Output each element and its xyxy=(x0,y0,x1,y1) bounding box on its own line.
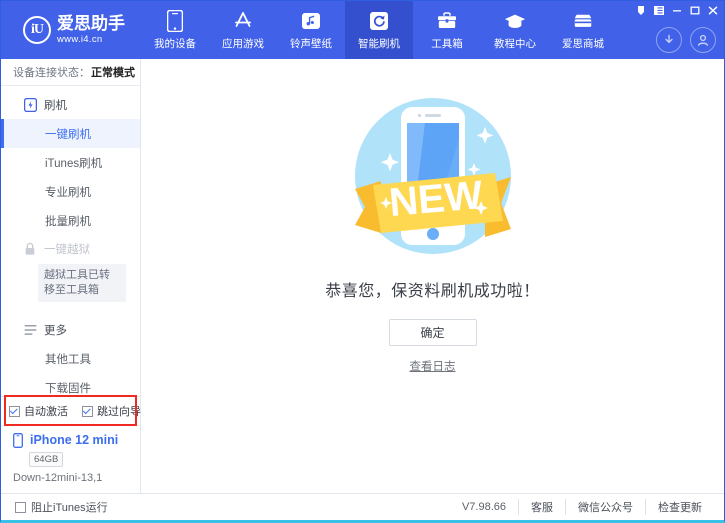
sidebar-item-label: 下载固件 xyxy=(45,380,91,396)
refresh-icon xyxy=(368,10,390,32)
phone-icon xyxy=(164,10,186,32)
customer-service-link[interactable]: 客服 xyxy=(518,499,565,515)
maximize-icon[interactable] xyxy=(687,3,702,17)
lock-icon xyxy=(23,242,37,256)
window-controls xyxy=(633,3,720,17)
download-icon[interactable] xyxy=(656,27,682,53)
logo-text: 爱思助手 www.i4.cn xyxy=(57,15,125,45)
appstore-icon xyxy=(232,10,254,32)
checkbox-icon xyxy=(15,502,26,513)
close-icon[interactable] xyxy=(705,3,720,17)
minimize-icon[interactable] xyxy=(669,3,684,17)
nav-label: 应用游戏 xyxy=(222,36,264,51)
store-icon xyxy=(572,10,594,32)
status-bar-right: V7.98.66 客服 微信公众号 检查更新 xyxy=(462,499,714,515)
new-phone-badge-illustration: NEW xyxy=(333,81,533,271)
logo-badge-icon: iU xyxy=(23,16,51,44)
nav-item-toolbox[interactable]: 工具箱 xyxy=(413,1,481,59)
auto-activate-checkbox[interactable]: 自动激活 xyxy=(9,403,68,419)
sidebar-group-label: 刷机 xyxy=(44,97,67,113)
block-itunes-label: 阻止iTunes运行 xyxy=(31,499,108,515)
auto-activate-label: 自动激活 xyxy=(24,403,68,419)
nav-label: 我的设备 xyxy=(154,36,196,51)
nav-item-tutorial-center[interactable]: 教程中心 xyxy=(481,1,549,59)
device-capacity-badge: 64GB xyxy=(29,452,63,467)
body-area: 设备连接状态：正常模式 刷机 一键刷机 iTunes刷机 专业刷机 xyxy=(1,59,724,493)
nav-item-ringtones-wallpaper[interactable]: 铃声壁纸 xyxy=(277,1,345,59)
toolbox-icon xyxy=(436,10,458,32)
app-header: iU 爱思助手 www.i4.cn 我的设备 应用游戏 xyxy=(1,1,724,59)
nav-item-apps-games[interactable]: 应用游戏 xyxy=(209,1,277,59)
sidebar-item-one-key-flash[interactable]: 一键刷机 xyxy=(1,119,140,148)
header-actions xyxy=(656,27,716,53)
main-navigation: 我的设备 应用游戏 铃声壁纸 智能刷机 xyxy=(141,1,617,59)
sidebar-divider-space xyxy=(1,306,140,316)
success-message: 恭喜您，保资料刷机成功啦！ xyxy=(325,277,540,301)
wechat-link[interactable]: 微信公众号 xyxy=(565,499,645,515)
ribbon-text: NEW xyxy=(387,173,484,225)
device-model: Down-12mini-13,1 xyxy=(13,472,140,484)
sidebar-item-label: 一键刷机 xyxy=(45,126,91,142)
pin-icon[interactable] xyxy=(633,3,648,17)
graduation-cap-icon xyxy=(504,10,526,32)
app-logo[interactable]: iU 爱思助手 www.i4.cn xyxy=(1,1,141,59)
sidebar-item-label: 其他工具 xyxy=(45,351,91,367)
check-update-link[interactable]: 检查更新 xyxy=(645,499,714,515)
nav-item-smart-flash[interactable]: 智能刷机 xyxy=(345,1,413,59)
flash-device-icon xyxy=(23,98,37,112)
view-log-link[interactable]: 查看日志 xyxy=(410,358,456,374)
sidebar-item-itunes-flash[interactable]: iTunes刷机 xyxy=(1,148,140,177)
sidebar: 设备连接状态：正常模式 刷机 一键刷机 iTunes刷机 专业刷机 xyxy=(1,59,141,493)
sidebar-item-jailbreak: 一键越狱 xyxy=(1,235,140,263)
sidebar-item-label: 批量刷机 xyxy=(45,213,91,229)
nav-label: 智能刷机 xyxy=(358,36,400,51)
sidebar-item-label: 专业刷机 xyxy=(45,184,91,200)
music-icon xyxy=(300,10,322,32)
nav-label: 教程中心 xyxy=(494,36,536,51)
phone-small-icon xyxy=(11,433,25,447)
connection-status-value: 正常模式 xyxy=(91,64,135,80)
app-window: iU 爱思助手 www.i4.cn 我的设备 应用游戏 xyxy=(0,0,725,523)
device-title: iPhone 12 mini xyxy=(11,433,140,447)
device-name: iPhone 12 mini xyxy=(30,433,118,447)
main-content: NEW 恭喜您，保资料刷机成功啦！ 确定 查看日志 xyxy=(141,59,724,493)
jailbreak-tooltip: 越狱工具已转移至工具箱 xyxy=(38,264,126,302)
nav-label: 铃声壁纸 xyxy=(290,36,332,51)
sidebar-group-label: 更多 xyxy=(44,322,67,338)
skip-setup-checkbox[interactable]: 跳过向导 xyxy=(82,403,141,419)
device-info[interactable]: iPhone 12 mini 64GB Down-12mini-13,1 xyxy=(1,425,140,493)
sidebar-options: 自动激活 跳过向导 xyxy=(1,396,140,425)
version-label: V7.98.66 xyxy=(462,501,518,513)
sidebar-item-pro-flash[interactable]: 专业刷机 xyxy=(1,177,140,206)
sidebar-item-label: iTunes刷机 xyxy=(45,155,102,171)
sidebar-item-other-tools[interactable]: 其他工具 xyxy=(1,344,140,373)
sidebar-nav: 刷机 一键刷机 iTunes刷机 专业刷机 批量刷机 xyxy=(1,86,140,396)
block-itunes-checkbox[interactable]: 阻止iTunes运行 xyxy=(15,499,108,515)
nav-label: 爱思商城 xyxy=(562,36,604,51)
checkbox-icon xyxy=(9,406,20,417)
sidebar-item-batch-flash[interactable]: 批量刷机 xyxy=(1,206,140,235)
skip-setup-label: 跳过向导 xyxy=(97,403,141,419)
nav-item-store[interactable]: 爱思商城 xyxy=(549,1,617,59)
account-icon[interactable] xyxy=(690,27,716,53)
status-bar: 阻止iTunes运行 V7.98.66 客服 微信公众号 检查更新 xyxy=(1,493,724,520)
sidebar-group-more[interactable]: 更多 xyxy=(1,316,140,344)
brand-name: 爱思助手 xyxy=(57,15,125,32)
checkbox-icon xyxy=(82,406,93,417)
confirm-button[interactable]: 确定 xyxy=(389,319,477,346)
sidebar-item-label: 一键越狱 xyxy=(44,241,90,257)
sidebar-item-download-firmware[interactable]: 下载固件 xyxy=(1,373,140,396)
sidebar-group-flash[interactable]: 刷机 xyxy=(1,91,140,119)
connection-status: 设备连接状态：正常模式 xyxy=(1,59,140,86)
connection-status-label: 设备连接状态： xyxy=(13,64,90,80)
list-icon xyxy=(23,323,37,337)
brand-url: www.i4.cn xyxy=(57,35,125,45)
nav-item-my-device[interactable]: 我的设备 xyxy=(141,1,209,59)
menu-icon[interactable] xyxy=(651,3,666,17)
nav-label: 工具箱 xyxy=(431,36,463,51)
